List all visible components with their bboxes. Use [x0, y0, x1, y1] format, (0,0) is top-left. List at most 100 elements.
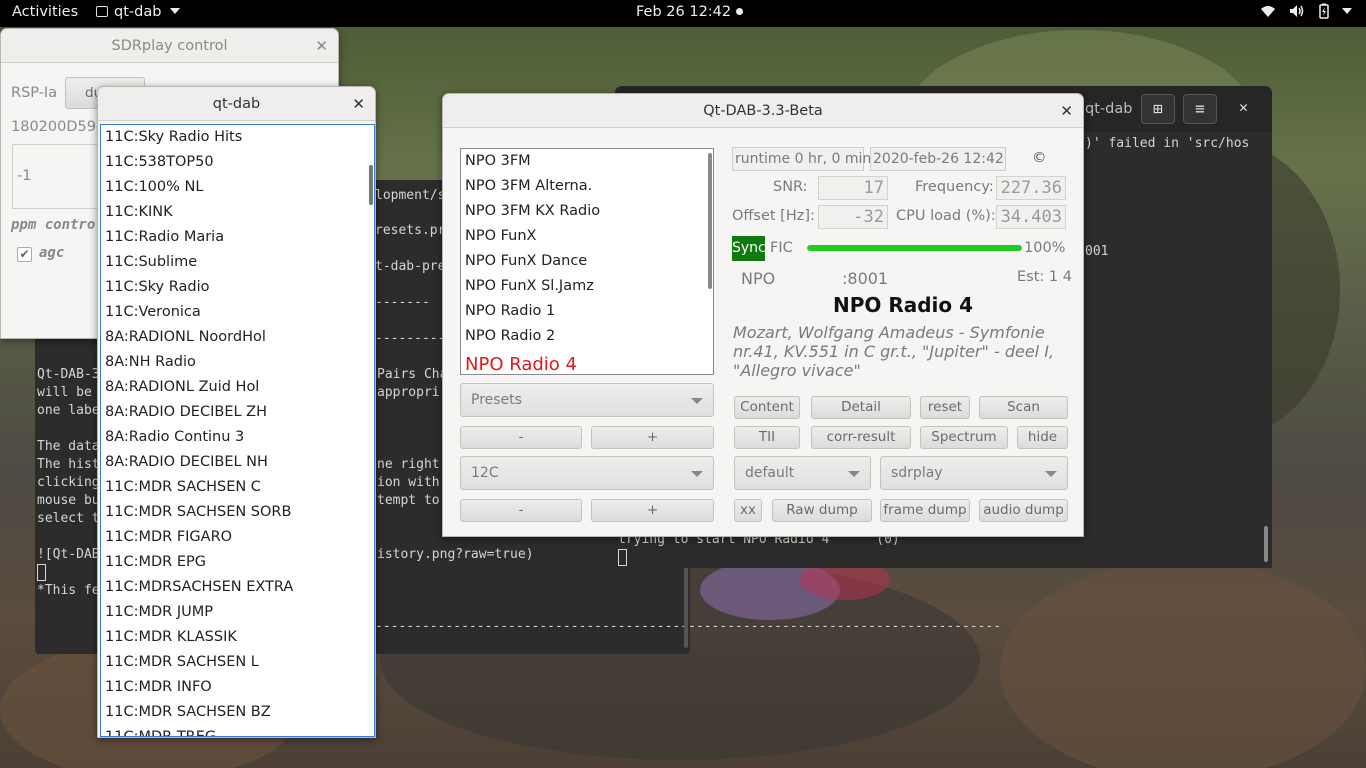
terminal-scrollbar[interactable] [1264, 526, 1268, 562]
list-item[interactable]: NPO FunX Sl.Jamz [461, 274, 713, 299]
close-icon[interactable]: ✕ [1060, 94, 1073, 128]
list-item[interactable]: NPO FunX [461, 224, 713, 249]
list-item[interactable]: 11C:Radio Maria [101, 225, 374, 250]
snr-label: SNR: [773, 179, 808, 195]
xx-button[interactable]: xx [734, 499, 762, 522]
list-item[interactable]: 11C:MDR SACHSEN SORB [101, 500, 374, 525]
list-item[interactable]: 11C:MDR INFO [101, 675, 374, 700]
hide-button[interactable]: hide [1017, 426, 1068, 449]
new-tab-button[interactable]: ⊞ [1141, 94, 1175, 124]
list-item[interactable]: 8A:Radio Continu 3 [101, 425, 374, 450]
raw-dump-button[interactable]: Raw dump [772, 499, 872, 522]
spectrum-button[interactable]: Spectrum [920, 426, 1008, 449]
value-text: -1 [17, 168, 32, 184]
clock[interactable]: Feb 26 12:42 [636, 4, 743, 20]
volume-icon [1288, 3, 1306, 23]
terminal-line: )' failed in 'src/hos [1085, 136, 1250, 151]
terminal-tab-title[interactable]: qt-dab [1085, 101, 1132, 117]
app-menu[interactable]: qt-dab [96, 4, 181, 20]
close-icon[interactable]: ✕ [1239, 98, 1248, 116]
mode-combo[interactable]: default [734, 456, 871, 490]
list-item[interactable]: 11C:MDR JUMP [101, 600, 374, 625]
audio-dump-button[interactable]: audio dump [979, 499, 1068, 522]
est-label: Est: 1 4 [1017, 269, 1072, 285]
copyright-button[interactable]: © [1032, 150, 1047, 166]
list-item-selected[interactable]: NPO Radio 4 [461, 349, 713, 374]
list-item[interactable]: 8A:RADIONL NoordHol [101, 325, 374, 350]
list-item[interactable]: 8A:NH Radio [101, 350, 374, 375]
cpu-load-label: CPU load (%): [896, 208, 996, 224]
list-item[interactable]: NPO Radio 1 [461, 299, 713, 324]
list-item[interactable]: 8A:RADIO DECIBEL ZH [101, 400, 374, 425]
power-menu-icon [1342, 8, 1352, 14]
terminal-line: appropri [377, 385, 440, 400]
reset-button[interactable]: reset [920, 396, 970, 419]
terminal-line: will be [37, 385, 92, 400]
list-item[interactable]: NPO FunX Dance [461, 249, 713, 274]
list-item[interactable]: 11C:MDRSACHSEN EXTRA [101, 575, 374, 600]
list-item[interactable]: 11C:Veronica [101, 300, 374, 325]
list-item[interactable]: 11C:MDR SACHSEN L [101, 650, 374, 675]
channel-combo[interactable]: 12C [460, 456, 714, 490]
list-item[interactable]: 11C:538TOP50 [101, 150, 374, 175]
corr-result-button[interactable]: corr-result [811, 426, 911, 449]
terminal-line: The data [37, 439, 100, 454]
service-list[interactable]: NPO 3FM NPO 3FM Alterna. NPO 3FM KX Radio N… [460, 148, 714, 375]
close-icon[interactable]: ✕ [352, 87, 365, 121]
list-item[interactable]: 8A:RADIO DECIBEL NH [101, 450, 374, 475]
close-icon[interactable]: ✕ [315, 29, 328, 63]
fic-percent: 100% [1024, 240, 1066, 256]
terminal-line: mouse bu [37, 493, 100, 508]
detail-button[interactable]: Detail [811, 396, 911, 419]
list-item[interactable]: 11C:KINK [101, 200, 374, 225]
list-item[interactable]: 11C:MDR KLASSIK [101, 625, 374, 650]
sync-indicator: Sync [732, 236, 766, 261]
list-item[interactable]: NPO 3FM Alterna. [461, 174, 713, 199]
fic-quality-bar [807, 245, 1022, 251]
channel-plus-button[interactable]: + [591, 499, 714, 522]
terminal-line: lopment/s [375, 188, 446, 203]
presets-combo[interactable]: Presets [460, 383, 714, 417]
runtime-display: runtime 0 hr, 0 min [732, 147, 871, 171]
list-item[interactable]: 11C:MDR SACHSEN BZ [101, 700, 374, 725]
scan-button[interactable]: Scan [979, 396, 1068, 419]
terminal-cursor [37, 564, 46, 581]
value-field[interactable]: -1 [12, 144, 102, 209]
list-item[interactable]: 8A:RADIONL Zuid Hol [101, 375, 374, 400]
service-history-list[interactable]: 11C:Sky Radio Hits 11C:538TOP50 11C:100% N… [100, 124, 375, 737]
activities-button[interactable]: Activities [12, 4, 78, 20]
tii-button[interactable]: TII [734, 426, 800, 449]
dynamic-label: Mozart, Wolfgang Amadeus - Symfonie nr.4… [733, 323, 1054, 380]
channel-minus-button[interactable]: - [460, 499, 582, 522]
hamburger-menu-button[interactable]: ≡ [1183, 94, 1217, 124]
list-item[interactable]: 11C:Sky Radio [101, 275, 374, 300]
list-item[interactable]: 11C:MDR EPG [101, 550, 374, 575]
content-button[interactable]: Content [734, 396, 800, 419]
list-item[interactable]: 11C:MDR FIGARO [101, 525, 374, 550]
list-item[interactable]: NPO 3FM KX Radio [461, 199, 713, 224]
frame-dump-button[interactable]: frame dump [880, 499, 970, 522]
terminal-line: clicking [37, 475, 100, 490]
preset-plus-button[interactable]: + [591, 426, 714, 449]
agc-checkbox[interactable]: ✔ [17, 247, 32, 262]
cpu-load-display: 34.403 [996, 205, 1066, 229]
terminal-line: istory.png?raw=true) [377, 547, 534, 562]
list-item[interactable]: 11C:MDR SACHSEN C [101, 475, 374, 500]
preset-minus-button[interactable]: - [460, 426, 582, 449]
top-bar: Activities qt-dab Feb 26 12:42 [0, 0, 1366, 27]
window-title: qt-dab [212, 96, 261, 112]
device-combo[interactable]: sdrplay [880, 456, 1068, 490]
terminal-line: one labe [37, 403, 100, 418]
list-scrollbar[interactable] [369, 165, 373, 205]
list-item[interactable]: 11C:Sky Radio Hits [101, 125, 374, 150]
list-item[interactable]: 11C:Sublime [101, 250, 374, 275]
list-item[interactable]: 11C:MDR TREG [101, 725, 374, 736]
list-item[interactable]: NPO 3FM [461, 149, 713, 174]
list-item[interactable]: NPO Radio 2 [461, 324, 713, 349]
list-scrollbar[interactable] [708, 153, 712, 289]
terminal-line: t-dab-pre [375, 259, 446, 274]
device-combo-label: sdrplay [891, 465, 943, 481]
list-item[interactable]: 11C:100% NL [101, 175, 374, 200]
notification-dot-icon [735, 8, 743, 15]
system-tray[interactable] [1260, 3, 1352, 23]
